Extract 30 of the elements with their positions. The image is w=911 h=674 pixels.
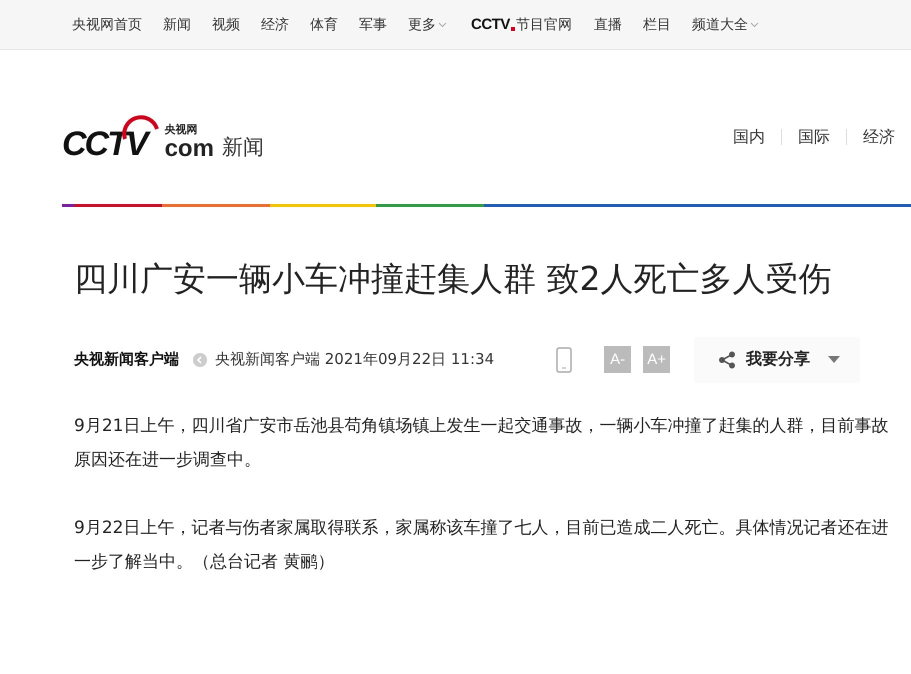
nav-link[interactable]: 节目官网 (516, 16, 572, 34)
channel-link[interactable]: 国际 (781, 129, 846, 145)
nav-link[interactable]: 体育 (310, 16, 338, 34)
logo-com: com (164, 137, 214, 161)
nav-link[interactable]: 视频 (212, 16, 240, 34)
source-date: 央视新闻客户端 2021年09月22日 11:34 (215, 350, 494, 370)
phone-icon[interactable] (556, 346, 572, 373)
channel-link[interactable]: 经济 (846, 129, 911, 145)
nav-link[interactable]: 更多 (408, 16, 447, 34)
channel-link[interactable]: 国内 (717, 129, 781, 145)
nav-link[interactable]: 新闻 (163, 16, 191, 34)
nav-link[interactable]: 频道大全 (692, 16, 759, 34)
caret-icon (828, 356, 840, 364)
share-button[interactable]: 我要分享 (694, 336, 860, 383)
article-title: 四川广安一辆小车冲撞赶集人群 致2人死亡多人受伤 (74, 259, 832, 299)
brand-logo[interactable]: CCTV (471, 16, 510, 33)
nav-link[interactable]: 直播 (594, 16, 622, 34)
logo-site-name: 央视网 (164, 122, 198, 137)
nav-link[interactable]: 军事 (359, 16, 387, 34)
caret-icon (750, 22, 759, 28)
nav-link[interactable]: 经济 (261, 16, 289, 34)
back-icon[interactable] (193, 352, 207, 367)
article-paragraph: 9月22日上午，记者与伤者家属取得联系，家属称该车撞了七人，目前已造成二人死亡。具体情况记者还在进一步了解当中。（总台记者 黄鹂） (74, 516, 890, 574)
author-name: 央视新闻客户端 (74, 350, 179, 370)
nav-link[interactable]: 央视网首页 (72, 16, 142, 34)
caret-icon (438, 22, 447, 28)
nav-link[interactable]: 栏目 (642, 16, 671, 34)
share-icon (718, 350, 736, 369)
article-paragraph: 9月21日上午，四川省广安市岳池县苟角镇场镇上发生一起交通事故，一辆小车冲撞了赶集的人群，目前事故原因还在进一步调查中。 (74, 414, 890, 472)
section-name: 新闻 (222, 134, 264, 161)
